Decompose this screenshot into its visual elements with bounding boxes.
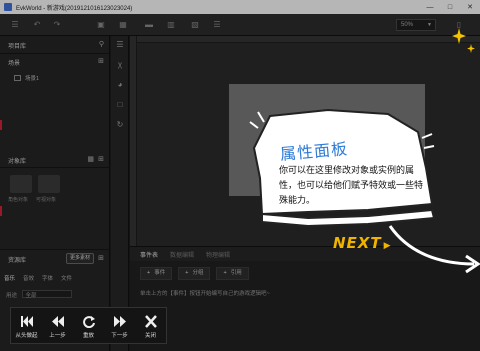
previous-step-button[interactable]: 上一步 [42,308,73,345]
add-group-button[interactable]: + 分组 [178,267,211,280]
close-window-button[interactable]: ✕ [460,0,480,14]
add-scene-icon[interactable]: ⊞ [98,57,104,65]
plus-icon: + [185,270,189,276]
folder-icon[interactable] [10,175,32,193]
scene-file-icon [14,74,21,81]
menu-icon[interactable]: ☰ [10,20,20,30]
tab-event-sheet[interactable]: 事件表 [140,250,158,259]
left-panel: 项目库 ⚲ 场景 ⊞ [0,36,110,351]
tab-data-edit[interactable]: 数据编辑 [170,250,194,259]
folder-icon[interactable]: □ [115,100,125,110]
variable-icon[interactable]: χ [115,60,125,70]
events-hint: 单击上方的【事件】按钮开始编写自己的游戏逻辑吧~ [140,291,270,297]
more-assets-button[interactable]: 更多素材 [66,253,94,264]
tool-strip: ☰ χ ◕ □ ↻ [111,36,129,351]
next-button[interactable]: NEXT ▶ [333,234,392,252]
error-marker [0,120,2,130]
horizontal-ruler [130,36,480,43]
add-object-icon[interactable]: ⊞ [98,155,104,163]
vertical-ruler [130,36,137,246]
maximize-button[interactable]: □ [440,0,460,14]
tab-font[interactable]: 字体 [42,274,53,282]
skip-back-icon [20,315,33,327]
sparkle-icon [467,44,475,53]
fast-forward-icon [113,315,126,327]
toggle-icon[interactable]: ▬ [144,20,154,30]
app-icon [4,3,12,11]
usage-filter: 用途 全部 [6,290,72,299]
close-icon [144,314,157,328]
plus-icon: + [223,270,227,276]
tab-music[interactable]: 音乐 [4,274,15,282]
tab-physics-edit[interactable]: 物理编辑 [206,250,230,259]
grid-icon[interactable]: ▧ [190,20,200,30]
error-marker [0,206,2,216]
sparkle-icon [452,28,466,44]
usage-select[interactable]: 全部 [21,290,72,299]
curved-arrow-icon [388,225,480,274]
image-icon[interactable]: ▣ [96,20,106,30]
search-icon[interactable]: ⚲ [99,40,104,48]
add-event-button[interactable]: + 事件 [140,267,173,280]
minimize-button[interactable]: — [420,0,440,14]
tab-file[interactable]: 文件 [61,274,72,282]
toolbar: ☰ ↶ ↷ ▣ ▦ ▬ ▥ ▧ ☰ 50% ▼ ▯ [0,14,480,36]
replay-button[interactable]: 重放 [73,308,104,345]
undo-icon[interactable]: ↶ [32,20,42,30]
resource-tabs: 音乐 音效 字体 文件 [4,274,108,282]
effect-icon[interactable]: ◕ [115,80,125,90]
rewind-icon [51,315,64,327]
object-folder-label: 可视对象 [36,197,57,203]
scene-header: 场景 ⊞ [8,57,104,67]
object-view-icon[interactable]: ▦ [87,155,94,163]
scene-list-item[interactable]: 场景1 [8,73,106,82]
add-resource-icon[interactable]: ⊞ [98,254,104,262]
refresh-icon[interactable]: ↻ [115,120,125,130]
objects-header: 对象库 ▦ ⊞ [8,155,104,165]
redo-icon[interactable]: ↷ [52,20,62,30]
folder-icon[interactable] [38,175,60,193]
zoom-select[interactable]: 50% ▼ [396,19,436,31]
layout-icon[interactable]: ▥ [166,20,176,30]
title-bar: EvkWorld - 新游戏(20191210161230230​24) — □… [0,0,480,14]
close-tutorial-button[interactable]: 关闭 [135,308,166,345]
align-icon[interactable]: ☰ [212,20,222,30]
next-step-button[interactable]: 下一步 [104,308,135,345]
tab-sound[interactable]: 音效 [23,274,34,282]
replay-icon [82,315,95,328]
window-title: EvkWorld - 新游戏(20191210161230230​24) [16,5,133,12]
tutorial-body: 你可以在这里修改对象或实例的属性，也可以给他们赋予特效或一些特殊能力。 [279,165,424,205]
add-reference-button[interactable]: + 引用 [216,267,249,280]
project-header: 项目库 ⚲ [8,40,104,50]
list-icon[interactable]: ☰ [115,40,125,50]
object-folder-label: 角色对象 [8,197,29,203]
tutorial-controls: 从头做起 上一步 重放 下一步 关闭 [10,307,167,344]
save-icon[interactable]: ▦ [118,20,128,30]
plus-icon: + [147,270,151,276]
restart-button[interactable]: 从头做起 [11,308,42,345]
